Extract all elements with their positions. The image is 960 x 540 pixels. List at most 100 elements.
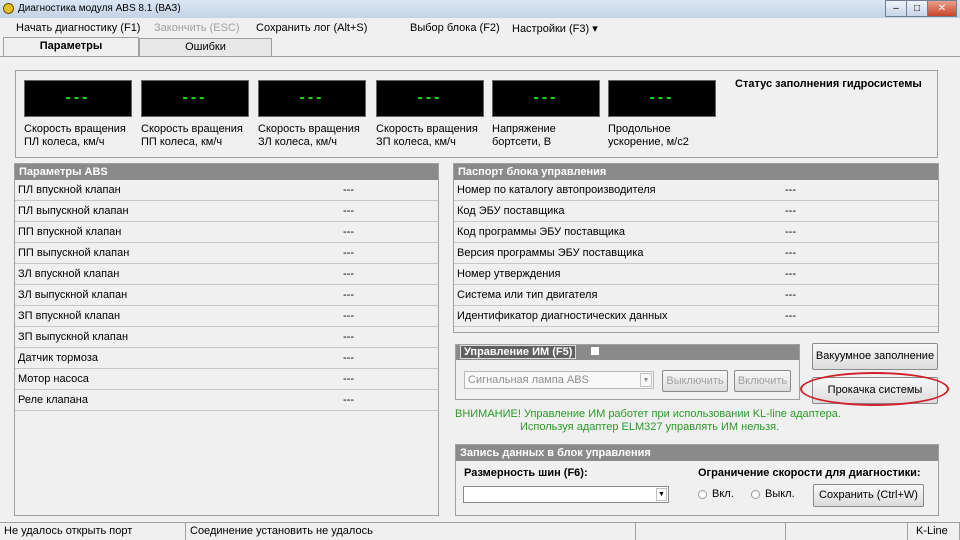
table-row: ПЛ выпускной клапан --- bbox=[15, 201, 438, 222]
im-select[interactable]: Сигнальная лампа ABS ▼ bbox=[464, 371, 654, 389]
status-connection: Соединение установить не удалось bbox=[186, 522, 636, 540]
radio-off-label: Выкл. bbox=[765, 488, 795, 500]
warning-line1: ВНИМАНИЕ! Управление ИМ работет при испо… bbox=[455, 408, 841, 420]
window-title: Диагностика модуля ABS 8.1 (ВАЗ) bbox=[18, 3, 181, 14]
gauge-label: Напряжение бортсети, В bbox=[492, 123, 556, 148]
row-name: Система или тип двигателя bbox=[457, 289, 598, 301]
row-name: Номер утверждения bbox=[457, 268, 561, 280]
row-name: ПП выпускной клапан bbox=[18, 247, 130, 259]
row-value: --- bbox=[785, 184, 796, 196]
record-panel: Запись данных в блок управления Размерно… bbox=[455, 444, 939, 516]
row-name: Код ЭБУ поставщика bbox=[457, 205, 565, 217]
record-title: Запись данных в блок управления bbox=[456, 445, 938, 461]
row-value: --- bbox=[343, 205, 354, 217]
row-name: Идентификатор диагностических данных bbox=[457, 310, 668, 322]
status-empty bbox=[636, 522, 786, 540]
row-value: --- bbox=[343, 268, 354, 280]
table-row: ПЛ впускной клапан --- bbox=[15, 180, 438, 201]
save-button[interactable]: Сохранить (Ctrl+W) bbox=[813, 484, 924, 507]
menu-select-unit[interactable]: Выбор блока (F2) bbox=[410, 22, 500, 34]
row-name: Реле клапана bbox=[18, 394, 88, 406]
row-name: Код программы ЭБУ поставщика bbox=[457, 226, 626, 238]
tab-errors[interactable]: Ошибки bbox=[139, 38, 272, 56]
row-value: --- bbox=[343, 373, 354, 385]
im-off-button[interactable]: Выключить bbox=[662, 370, 728, 392]
table-row: ЗЛ впускной клапан --- bbox=[15, 264, 438, 285]
row-value: --- bbox=[785, 205, 796, 217]
gauge-label: Продольное ускорение, м/с2 bbox=[608, 123, 689, 148]
row-value: --- bbox=[785, 226, 796, 238]
table-row: Реле клапана --- bbox=[15, 390, 438, 411]
menu-start-diagnostics[interactable]: Начать диагностику (F1) bbox=[16, 22, 140, 34]
row-value: --- bbox=[343, 394, 354, 406]
maximize-button[interactable]: □ bbox=[906, 0, 928, 17]
tab-parameters[interactable]: Параметры bbox=[3, 37, 139, 57]
status-interface: K-Line bbox=[908, 522, 960, 540]
table-row: Номер по каталогу автопроизводителя --- bbox=[454, 180, 938, 201]
row-name: Датчик тормоза bbox=[18, 352, 98, 364]
row-value: --- bbox=[343, 310, 354, 322]
gauge-display: --- bbox=[608, 80, 716, 117]
row-value: --- bbox=[785, 310, 796, 322]
table-row: Система или тип двигателя --- bbox=[454, 285, 938, 306]
row-value: --- bbox=[343, 247, 354, 259]
gauge-label: Скорость вращения ЗЛ колеса, км/ч bbox=[258, 123, 360, 148]
passport-panel: Паспорт блока управления Номер по катало… bbox=[453, 163, 939, 333]
abs-params-title: Параметры ABS bbox=[15, 164, 438, 180]
row-value: --- bbox=[343, 226, 354, 238]
table-row: Код ЭБУ поставщика --- bbox=[454, 201, 938, 222]
vacuum-fill-button[interactable]: Вакуумное заполнение bbox=[812, 343, 938, 370]
table-row: ЗП выпускной клапан --- bbox=[15, 327, 438, 348]
im-select-value: Сигнальная лампа ABS bbox=[468, 374, 589, 386]
row-name: ПП впускной клапан bbox=[18, 226, 122, 238]
app-icon bbox=[3, 3, 14, 14]
im-on-button[interactable]: Включить bbox=[734, 370, 791, 392]
tire-size-select[interactable]: ▼ bbox=[463, 486, 669, 503]
passport-title: Паспорт блока управления bbox=[454, 164, 938, 180]
table-row: ЗЛ выпускной клапан --- bbox=[15, 285, 438, 306]
row-name: ЗЛ впускной клапан bbox=[18, 268, 120, 280]
gauge-display: --- bbox=[141, 80, 249, 117]
table-row: Номер утверждения --- bbox=[454, 264, 938, 285]
table-row: Код программы ЭБУ поставщика --- bbox=[454, 222, 938, 243]
table-row: ПП впускной клапан --- bbox=[15, 222, 438, 243]
row-name: ЗП выпускной клапан bbox=[18, 331, 129, 343]
radio-on[interactable] bbox=[698, 490, 707, 499]
table-row: Мотор насоса --- bbox=[15, 369, 438, 390]
tire-size-label: Размерность шин (F6): bbox=[464, 467, 588, 479]
status-port: Не удалось открыть порт bbox=[0, 522, 186, 540]
gauge-display: --- bbox=[492, 80, 600, 117]
menu-stop[interactable]: Закончить (ESC) bbox=[154, 22, 240, 34]
speed-limit-label: Ограничение скорости для диагностики: bbox=[698, 467, 921, 479]
table-row: ПП выпускной клапан --- bbox=[15, 243, 438, 264]
hydro-status-label: Статус заполнения гидросистемы bbox=[735, 78, 922, 90]
table-row: Датчик тормоза --- bbox=[15, 348, 438, 369]
close-button[interactable]: ✕ bbox=[927, 0, 957, 17]
table-row: ЗП впускной клапан --- bbox=[15, 306, 438, 327]
status-empty-2 bbox=[786, 522, 908, 540]
gauge-label: Скорость вращения ЗП колеса, км/ч bbox=[376, 123, 478, 148]
minimize-button[interactable]: – bbox=[885, 0, 907, 17]
row-value: --- bbox=[785, 268, 796, 280]
radio-on-label: Вкл. bbox=[712, 488, 734, 500]
gauge-label: Скорость вращения ПЛ колеса, км/ч bbox=[24, 123, 126, 148]
gauge-display: --- bbox=[258, 80, 366, 117]
row-name: Мотор насоса bbox=[18, 373, 89, 385]
row-name: ЗП впускной клапан bbox=[18, 310, 121, 322]
radio-off[interactable] bbox=[751, 490, 760, 499]
row-value: --- bbox=[343, 331, 354, 343]
im-control-checkbox[interactable] bbox=[591, 347, 600, 355]
row-value: --- bbox=[343, 352, 354, 364]
warning-line2: Используя адаптер ELM327 управлять ИМ не… bbox=[520, 421, 780, 433]
menu-save-log[interactable]: Сохранить лог (Alt+S) bbox=[256, 22, 367, 34]
im-control-panel: Управление ИМ (F5) Сигнальная лампа ABS ▼… bbox=[455, 344, 800, 400]
row-value: --- bbox=[785, 247, 796, 259]
row-name: ПЛ впускной клапан bbox=[18, 184, 121, 196]
abs-params-panel: Параметры ABS ПЛ впускной клапан --- ПЛ вы… bbox=[14, 163, 439, 516]
gauge-label: Скорость вращения ПП колеса, км/ч bbox=[141, 123, 243, 148]
menu-settings[interactable]: Настройки (F3) ▾ bbox=[512, 22, 598, 35]
chevron-down-icon: ▼ bbox=[640, 373, 652, 387]
row-name: Версия программы ЭБУ поставщика bbox=[457, 247, 644, 259]
gauge-display: --- bbox=[24, 80, 132, 117]
row-value: --- bbox=[343, 184, 354, 196]
